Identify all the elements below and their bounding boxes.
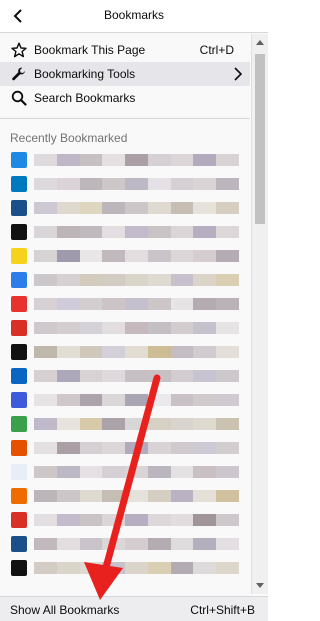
bookmark-menu: Bookmark This Page Ctrl+D Bookmarking To… xyxy=(0,38,250,110)
bookmark-item[interactable] xyxy=(0,292,250,316)
wrench-icon xyxy=(10,65,28,83)
bookmark-item[interactable] xyxy=(0,148,250,172)
bookmark-item[interactable] xyxy=(0,508,250,532)
bookmark-item[interactable] xyxy=(0,436,250,460)
recent-bookmarks-list xyxy=(0,148,250,580)
orange-square-icon xyxy=(11,488,27,504)
globe-icon xyxy=(11,344,27,360)
panel-title: Bookmarks xyxy=(103,8,165,22)
opera-icon xyxy=(11,296,27,312)
menu-item-shortcut: Ctrl+D xyxy=(199,43,234,57)
scrollbar[interactable] xyxy=(251,34,268,594)
bookmark-item[interactable] xyxy=(0,268,250,292)
bookmark-item[interactable] xyxy=(0,196,250,220)
triangle-logo-icon xyxy=(11,272,27,288)
news-logo-icon xyxy=(11,464,27,480)
bookmark-item[interactable] xyxy=(0,460,250,484)
bookmark-item[interactable] xyxy=(0,316,250,340)
bookmark-title-redacted xyxy=(34,154,240,166)
scroll-down-arrow-icon[interactable] xyxy=(252,578,268,594)
m-letter-icon xyxy=(11,224,27,240)
wsj-icon xyxy=(11,560,27,576)
bookmark-item[interactable] xyxy=(0,484,250,508)
bookmark-item[interactable] xyxy=(0,172,250,196)
chevron-right-icon xyxy=(234,67,243,84)
bookmark-title-redacted xyxy=(34,538,240,550)
panel-header: Bookmarks xyxy=(0,0,268,33)
bookmark-item[interactable] xyxy=(0,388,250,412)
bookmark-title-redacted xyxy=(34,274,240,286)
linkedin-icon xyxy=(11,368,27,384)
menu-item-search-bookmarks[interactable]: Search Bookmarks xyxy=(0,86,250,110)
menu-item-bookmark-this-page[interactable]: Bookmark This Page Ctrl+D xyxy=(0,38,250,62)
bookmark-item[interactable] xyxy=(0,556,250,580)
bookmark-title-redacted xyxy=(34,346,240,358)
bookmark-title-redacted xyxy=(34,418,240,430)
bookmarks-panel: Bookmarks Bookmark This Page Ctrl+D Book… xyxy=(0,0,268,621)
bookmark-item[interactable] xyxy=(0,340,250,364)
yellow-logo-icon xyxy=(11,248,27,264)
gmail-icon-2 xyxy=(11,512,27,528)
c-circle-icon xyxy=(11,392,27,408)
bookmark-title-redacted xyxy=(34,250,240,262)
show-all-bookmarks-button[interactable]: Show All Bookmarks Ctrl+Shift+B xyxy=(0,596,268,621)
bookmark-title-redacted xyxy=(34,178,240,190)
bookmark-item[interactable] xyxy=(0,220,250,244)
bookmark-title-redacted xyxy=(34,298,240,310)
footer-label: Show All Bookmarks xyxy=(10,603,120,617)
bookmark-item[interactable] xyxy=(0,532,250,556)
menu-item-label: Bookmarking Tools xyxy=(34,67,136,81)
menu-divider xyxy=(0,118,250,119)
search-icon xyxy=(10,89,28,107)
trello-icon xyxy=(11,176,27,192)
bookmark-title-redacted xyxy=(34,466,240,478)
bookmark-title-redacted xyxy=(34,514,240,526)
scroll-up-arrow-icon[interactable] xyxy=(252,34,268,50)
shield-lock-icon xyxy=(11,416,27,432)
bookmark-title-redacted xyxy=(34,370,240,382)
bookmark-title-redacted xyxy=(34,394,240,406)
star-icon xyxy=(10,41,28,59)
bookmark-item[interactable] xyxy=(0,244,250,268)
bookmark-item[interactable] xyxy=(0,412,250,436)
menu-item-label: Search Bookmarks xyxy=(34,91,136,105)
mail-envelope-icon-2 xyxy=(11,536,27,552)
bookmark-title-redacted xyxy=(34,490,240,502)
bookmark-title-redacted xyxy=(34,202,240,214)
bookmark-title-redacted xyxy=(34,226,240,238)
footer-shortcut: Ctrl+Shift+B xyxy=(190,603,255,617)
blue-logo-icon xyxy=(11,152,27,168)
bookmark-item[interactable] xyxy=(0,364,250,388)
recently-bookmarked-heading: Recently Bookmarked xyxy=(10,131,128,145)
gmail-icon xyxy=(11,320,27,336)
mail-envelope-icon xyxy=(11,200,27,216)
menu-item-bookmarking-tools[interactable]: Bookmarking Tools xyxy=(0,62,250,86)
bookmark-title-redacted xyxy=(34,442,240,454)
orange-box-icon xyxy=(11,440,27,456)
bookmark-title-redacted xyxy=(34,322,240,334)
scrollbar-thumb[interactable] xyxy=(255,54,265,224)
bookmark-title-redacted xyxy=(34,562,240,574)
